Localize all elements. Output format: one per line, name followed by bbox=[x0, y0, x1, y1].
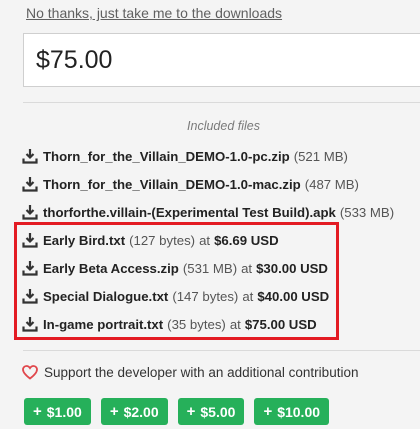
support-developer: Support the developer with an additional… bbox=[22, 365, 358, 380]
support-text: Support the developer with an additional… bbox=[44, 365, 359, 380]
plus-icon: + bbox=[109, 403, 119, 420]
file-row: Thorn_for_the_Villain_DEMO-1.0-mac.zip (… bbox=[22, 174, 359, 194]
file-size: (487 MB) bbox=[304, 176, 359, 192]
file-size: (521 MB) bbox=[293, 148, 348, 164]
download-icon bbox=[22, 149, 38, 164]
download-icon bbox=[22, 205, 38, 220]
plus-icon: + bbox=[186, 403, 196, 420]
divider bbox=[23, 102, 420, 103]
file-size: (533 MB) bbox=[339, 204, 395, 220]
download-icon bbox=[22, 177, 38, 192]
highlight-box bbox=[14, 222, 339, 340]
tip-label: $2.00 bbox=[123, 403, 159, 420]
file-row: thorforthe.villain-(Experimental Test Bu… bbox=[22, 202, 394, 222]
tip-label: $1.00 bbox=[46, 403, 82, 420]
file-name: thorforthe.villain-(Experimental Test Bu… bbox=[43, 204, 336, 220]
tip-buttons: + $1.00 + $2.00 + $5.00 + $10.00 bbox=[24, 398, 330, 425]
tip-10-button[interactable]: + $10.00 bbox=[254, 398, 330, 425]
included-files-heading: Included files bbox=[187, 119, 260, 133]
tip-5-button[interactable]: + $5.00 bbox=[177, 398, 245, 425]
plus-icon: + bbox=[33, 403, 42, 420]
tip-2-button[interactable]: + $2.00 bbox=[100, 398, 168, 425]
tip-label: $5.00 bbox=[200, 403, 236, 420]
tip-label: $10.00 bbox=[277, 403, 321, 420]
price-input[interactable]: $75.00 bbox=[23, 33, 420, 87]
file-name: Thorn_for_the_Villain_DEMO-1.0-pc.zip bbox=[43, 148, 290, 164]
skip-to-downloads-link[interactable]: No thanks, just take me to the downloads bbox=[26, 5, 282, 21]
file-row: Thorn_for_the_Villain_DEMO-1.0-pc.zip (5… bbox=[22, 146, 348, 166]
divider bbox=[23, 350, 420, 351]
plus-icon: + bbox=[263, 403, 273, 420]
heart-icon bbox=[22, 365, 38, 380]
file-name: Thorn_for_the_Villain_DEMO-1.0-mac.zip bbox=[43, 176, 301, 192]
tip-1-button[interactable]: + $1.00 bbox=[24, 398, 91, 425]
